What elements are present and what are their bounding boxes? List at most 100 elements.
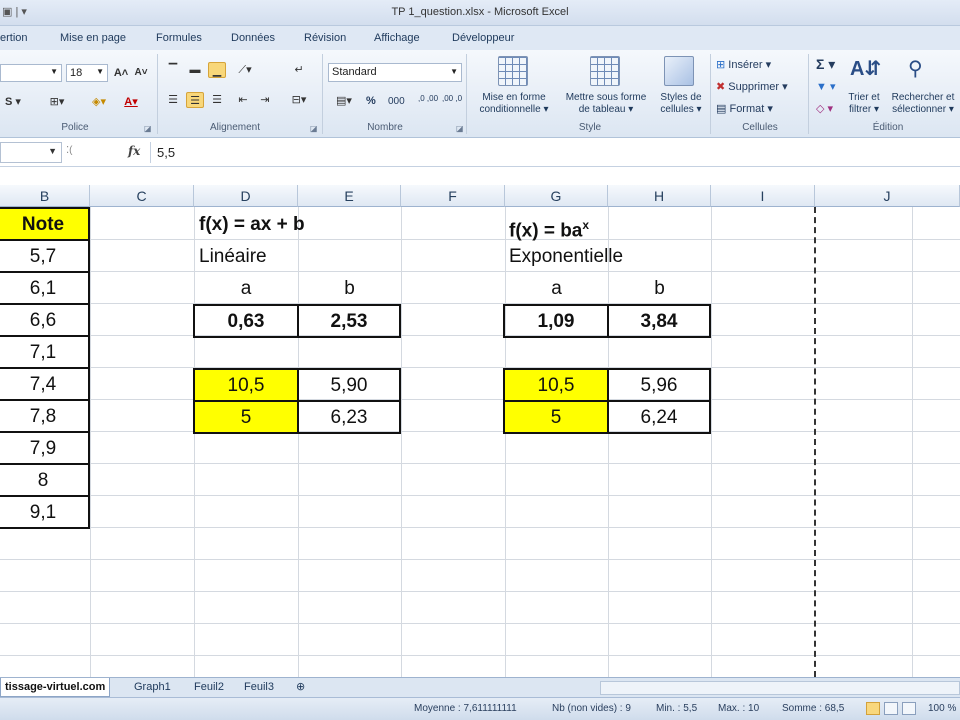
tab-revision[interactable]: Révision: [304, 32, 346, 44]
horizontal-scrollbar[interactable]: [600, 681, 960, 695]
orientation-icon[interactable]: ⟋▾: [236, 62, 254, 78]
zoom-level[interactable]: 100 %: [928, 703, 956, 714]
column-header-f[interactable]: F: [401, 185, 505, 207]
shrink-font-icon[interactable]: A˅: [132, 65, 150, 81]
conditional-formatting-icon[interactable]: [498, 56, 528, 86]
accounting-format-icon[interactable]: ▤▾: [332, 93, 356, 109]
tab-mise-en-page[interactable]: Mise en page: [60, 32, 126, 44]
note-cell[interactable]: 9,1: [0, 495, 90, 529]
exponential-b-label[interactable]: b: [608, 273, 711, 305]
fill-down-icon[interactable]: ▼ ▾: [816, 80, 835, 93]
linear-fx-cell[interactable]: 6,23: [297, 400, 401, 434]
formula-input[interactable]: 5,5: [150, 142, 958, 163]
formula-bar-resize-icon[interactable]: ⁚(: [66, 145, 73, 156]
align-left-icon[interactable]: ☰: [164, 92, 182, 108]
conditional-formatting-button[interactable]: Mise en forme conditionnelle ▾: [470, 92, 558, 116]
sort-filter-button[interactable]: Trier et filtrer ▾: [838, 92, 890, 116]
exponential-x-cell[interactable]: 10,5: [503, 368, 609, 402]
find-select-button[interactable]: Rechercher et sélectionner ▾: [886, 92, 960, 116]
insert-sheet-icon[interactable]: ⊕: [292, 678, 309, 697]
spreadsheet-grid[interactable]: B C D E F G H I J Note 5,7 6,1 6,6 7,1 7…: [0, 185, 960, 677]
tab-donnees[interactable]: Données: [231, 32, 275, 44]
note-cell[interactable]: 6,1: [0, 271, 90, 305]
sort-filter-icon[interactable]: A⇵: [850, 56, 881, 81]
sheet-tab-feuil2[interactable]: Feuil2: [190, 678, 228, 697]
increase-decimal-button[interactable]: ,0 ,00: [418, 94, 440, 103]
note-cell[interactable]: 7,4: [0, 367, 90, 401]
binoculars-icon[interactable]: ⚲: [908, 56, 923, 81]
percent-style-button[interactable]: %: [366, 95, 376, 107]
note-cell[interactable]: 7,8: [0, 399, 90, 433]
sheet-tab-tissage[interactable]: tissage-virtuel.com: [0, 678, 111, 697]
dialog-launcher-icon[interactable]: ◪: [144, 124, 152, 133]
column-header-g[interactable]: G: [505, 185, 608, 207]
wrap-text-icon[interactable]: ↵: [290, 62, 308, 78]
align-middle-icon[interactable]: ▬: [186, 62, 204, 78]
tab-formules[interactable]: Formules: [156, 32, 202, 44]
exponential-a-label[interactable]: a: [505, 273, 608, 305]
exponential-fx-cell[interactable]: 5,96: [607, 368, 711, 402]
column-header-c[interactable]: C: [90, 185, 194, 207]
borders-icon[interactable]: ⊞▾: [48, 94, 66, 110]
format-as-table-button[interactable]: Mettre sous forme de tableau ▾: [558, 92, 654, 116]
linear-fx-cell[interactable]: 5,90: [297, 368, 401, 402]
fill-color-icon[interactable]: ◈▾: [90, 94, 108, 110]
thousands-separator-button[interactable]: 000: [388, 96, 405, 107]
exponential-b-value[interactable]: 3,84: [607, 304, 711, 338]
insert-function-icon[interactable]: fx: [128, 144, 140, 158]
linear-formula-cell[interactable]: f(x) = ax + b: [199, 209, 399, 241]
linear-a-label[interactable]: a: [194, 273, 298, 305]
normal-view-icon[interactable]: [866, 702, 880, 715]
linear-a-value[interactable]: 0,63: [193, 304, 299, 338]
tab-affichage[interactable]: Affichage: [374, 32, 420, 44]
note-cell[interactable]: 7,1: [0, 335, 90, 369]
note-cell[interactable]: 6,6: [0, 303, 90, 337]
font-size-select[interactable]: 18 ▼: [66, 64, 108, 82]
insert-cells-button[interactable]: ⊞ Insérer ▾: [716, 58, 771, 71]
exponential-label-cell[interactable]: Exponentielle: [509, 241, 709, 273]
font-name-select[interactable]: ▼: [0, 64, 62, 82]
note-cell[interactable]: 8: [0, 463, 90, 497]
dialog-launcher-icon[interactable]: ◪: [310, 124, 318, 133]
column-header-i[interactable]: I: [711, 185, 815, 207]
clear-icon[interactable]: ◇ ▾: [816, 102, 833, 115]
increase-indent-icon[interactable]: ⇥: [256, 92, 274, 108]
linear-label-cell[interactable]: Linéaire: [199, 241, 399, 273]
exponential-formula-cell[interactable]: f(x) = bax: [509, 209, 709, 241]
grow-font-icon[interactable]: A˄: [112, 65, 130, 81]
cell-styles-icon[interactable]: [664, 56, 694, 86]
sheet-tab-graph1[interactable]: Graph1: [130, 678, 175, 697]
align-top-icon[interactable]: ▔: [164, 62, 182, 78]
font-color-icon[interactable]: A▾: [122, 94, 140, 110]
align-right-icon[interactable]: ☰: [208, 92, 226, 108]
linear-x-cell[interactable]: 10,5: [193, 368, 299, 402]
decrease-indent-icon[interactable]: ⇤: [234, 92, 252, 108]
column-header-j[interactable]: J: [815, 185, 960, 207]
align-center-icon[interactable]: ☰: [186, 92, 204, 108]
note-cell[interactable]: 7,9: [0, 431, 90, 465]
column-header-h[interactable]: H: [608, 185, 711, 207]
column-header-b[interactable]: B: [0, 185, 90, 207]
column-header-d[interactable]: D: [194, 185, 298, 207]
decrease-decimal-button[interactable]: ,00 ,0: [442, 94, 464, 103]
note-cell[interactable]: 5,7: [0, 239, 90, 273]
page-layout-view-icon[interactable]: [884, 702, 898, 715]
number-format-select[interactable]: Standard ▼: [328, 63, 462, 82]
align-bottom-icon[interactable]: ▁: [208, 62, 226, 78]
dialog-launcher-icon[interactable]: ◪: [456, 124, 464, 133]
tab-developpeur[interactable]: Développeur: [452, 32, 514, 44]
column-header-e[interactable]: E: [298, 185, 401, 207]
merge-center-icon[interactable]: ⊟▾: [290, 92, 308, 108]
linear-b-label[interactable]: b: [298, 273, 401, 305]
exponential-x-cell[interactable]: 5: [503, 400, 609, 434]
cell-styles-button[interactable]: Styles de cellules ▾: [654, 92, 708, 116]
format-as-table-icon[interactable]: [590, 56, 620, 86]
note-header-cell[interactable]: Note: [0, 207, 90, 241]
format-cells-button[interactable]: ▤ Format ▾: [716, 102, 773, 115]
exponential-a-value[interactable]: 1,09: [503, 304, 609, 338]
page-break-view-icon[interactable]: [902, 702, 916, 715]
name-box[interactable]: ▼: [0, 142, 62, 163]
exponential-fx-cell[interactable]: 6,24: [607, 400, 711, 434]
autosum-icon[interactable]: Σ ▾: [816, 56, 835, 73]
linear-x-cell[interactable]: 5: [193, 400, 299, 434]
